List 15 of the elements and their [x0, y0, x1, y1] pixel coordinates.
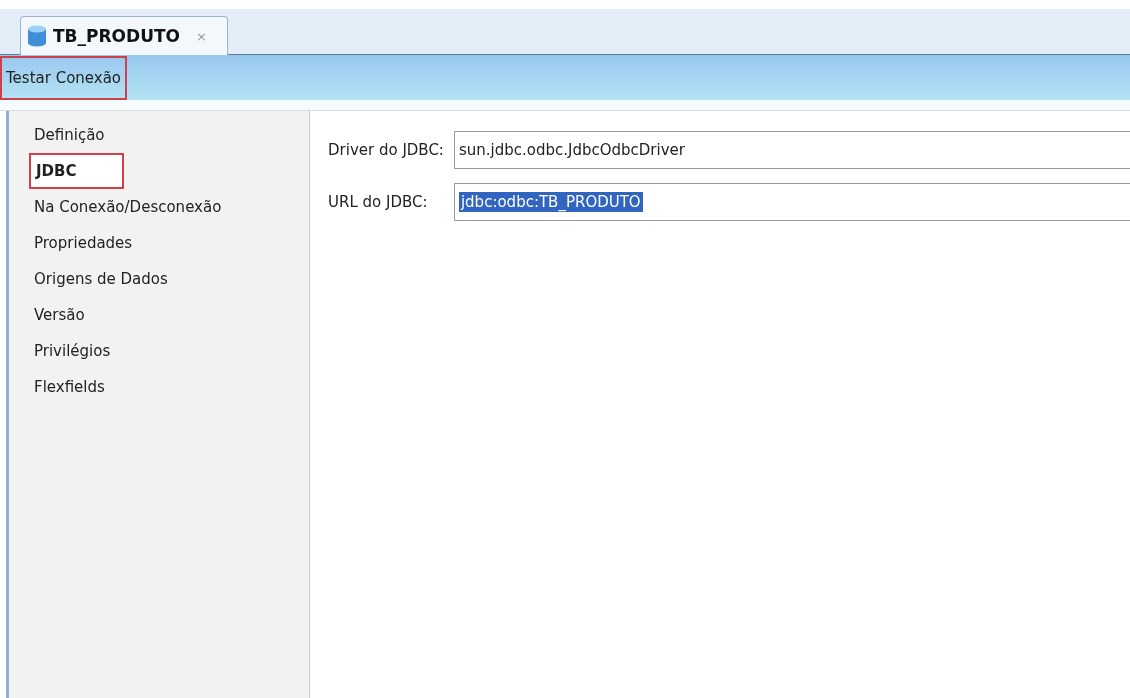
input-field[interactable]: sun.jdbc.odbc.JdbcOdbcDriver	[453, 131, 1130, 169]
input-field[interactable]: jdbc:odbc:TB_PRODUTO	[453, 183, 1130, 221]
sidebar-item[interactable]: JDBC	[29, 153, 124, 189]
database-icon	[27, 25, 47, 47]
sidebar-item[interactable]: Versão	[9, 297, 309, 333]
sidebar-item[interactable]: Definição	[9, 117, 309, 153]
document-tab[interactable]: TB_PRODUTO ×	[20, 16, 228, 55]
test-connection-button[interactable]: Testar Conexão	[0, 55, 128, 100]
sidebar-item[interactable]: Origens de Dados	[9, 261, 309, 297]
sidebar-item[interactable]: Propriedades	[9, 225, 309, 261]
sidebar-item[interactable]: Flexfields	[9, 369, 309, 405]
field-label: Driver do JDBC:	[328, 141, 444, 159]
sidebar-item[interactable]: Na Conexão/Desconexão	[9, 189, 309, 225]
field-label: URL do JDBC:	[328, 193, 429, 211]
sidebar-item[interactable]: Privilégios	[9, 333, 309, 369]
